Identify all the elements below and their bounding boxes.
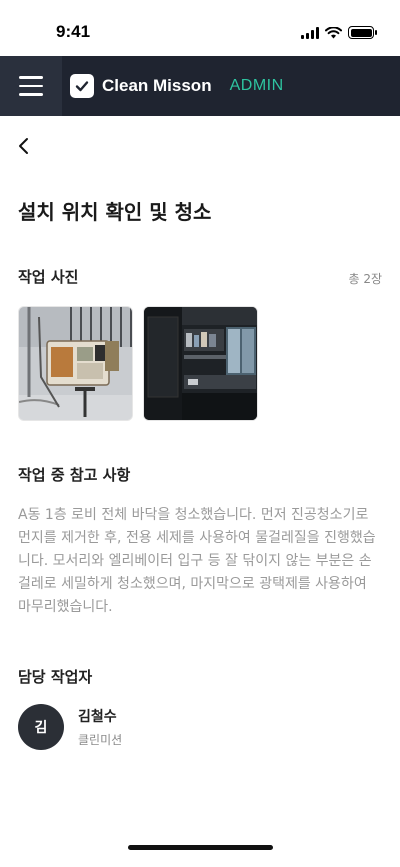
electrical-panel-photo[interactable] <box>18 306 133 421</box>
photo-count: 총 2장 <box>348 272 382 286</box>
status-time: 9:41 <box>56 22 91 41</box>
notes-section-title: 작업 중 참고 사항 <box>18 466 131 484</box>
role-badge: ADMIN <box>229 77 284 94</box>
hamburger-icon-line <box>19 93 43 96</box>
home-indicator <box>128 845 273 850</box>
status-bar: 9:41 <box>0 0 400 56</box>
photo-list <box>18 306 258 421</box>
chevron-left-icon <box>19 138 28 154</box>
avatar: 김 <box>18 704 64 750</box>
status-icons <box>301 26 377 39</box>
back-button[interactable] <box>10 132 38 160</box>
worker-name: 김철수 <box>78 709 117 725</box>
worker-section-title: 담당 작업자 <box>18 668 93 686</box>
checkmark-logo-icon <box>70 74 94 98</box>
hamburger-icon-line <box>19 76 43 79</box>
worker-info: 김철수 클린미션 <box>78 706 122 748</box>
app-title: Clean Misson <box>102 76 212 95</box>
app-bar: Clean Misson ADMIN <box>0 56 400 116</box>
hamburger-icon-line <box>19 84 43 88</box>
room-interior-photo[interactable] <box>143 306 258 421</box>
wifi-icon <box>325 26 342 38</box>
worker-organization: 클린미션 <box>78 733 123 747</box>
page-title: 설치 위치 확인 및 청소 <box>18 200 212 224</box>
worker-card: 김 김철수 클린미션 <box>18 704 122 750</box>
cellular-signal-icon <box>301 26 319 39</box>
battery-icon <box>348 26 377 39</box>
work-notes-text: A동 1층 로비 전체 바닥을 청소했습니다. 먼저 진공청소기로 먼지를 제거… <box>18 507 376 615</box>
menu-button[interactable] <box>0 56 62 116</box>
photos-section-title: 작업 사진 <box>18 268 79 286</box>
